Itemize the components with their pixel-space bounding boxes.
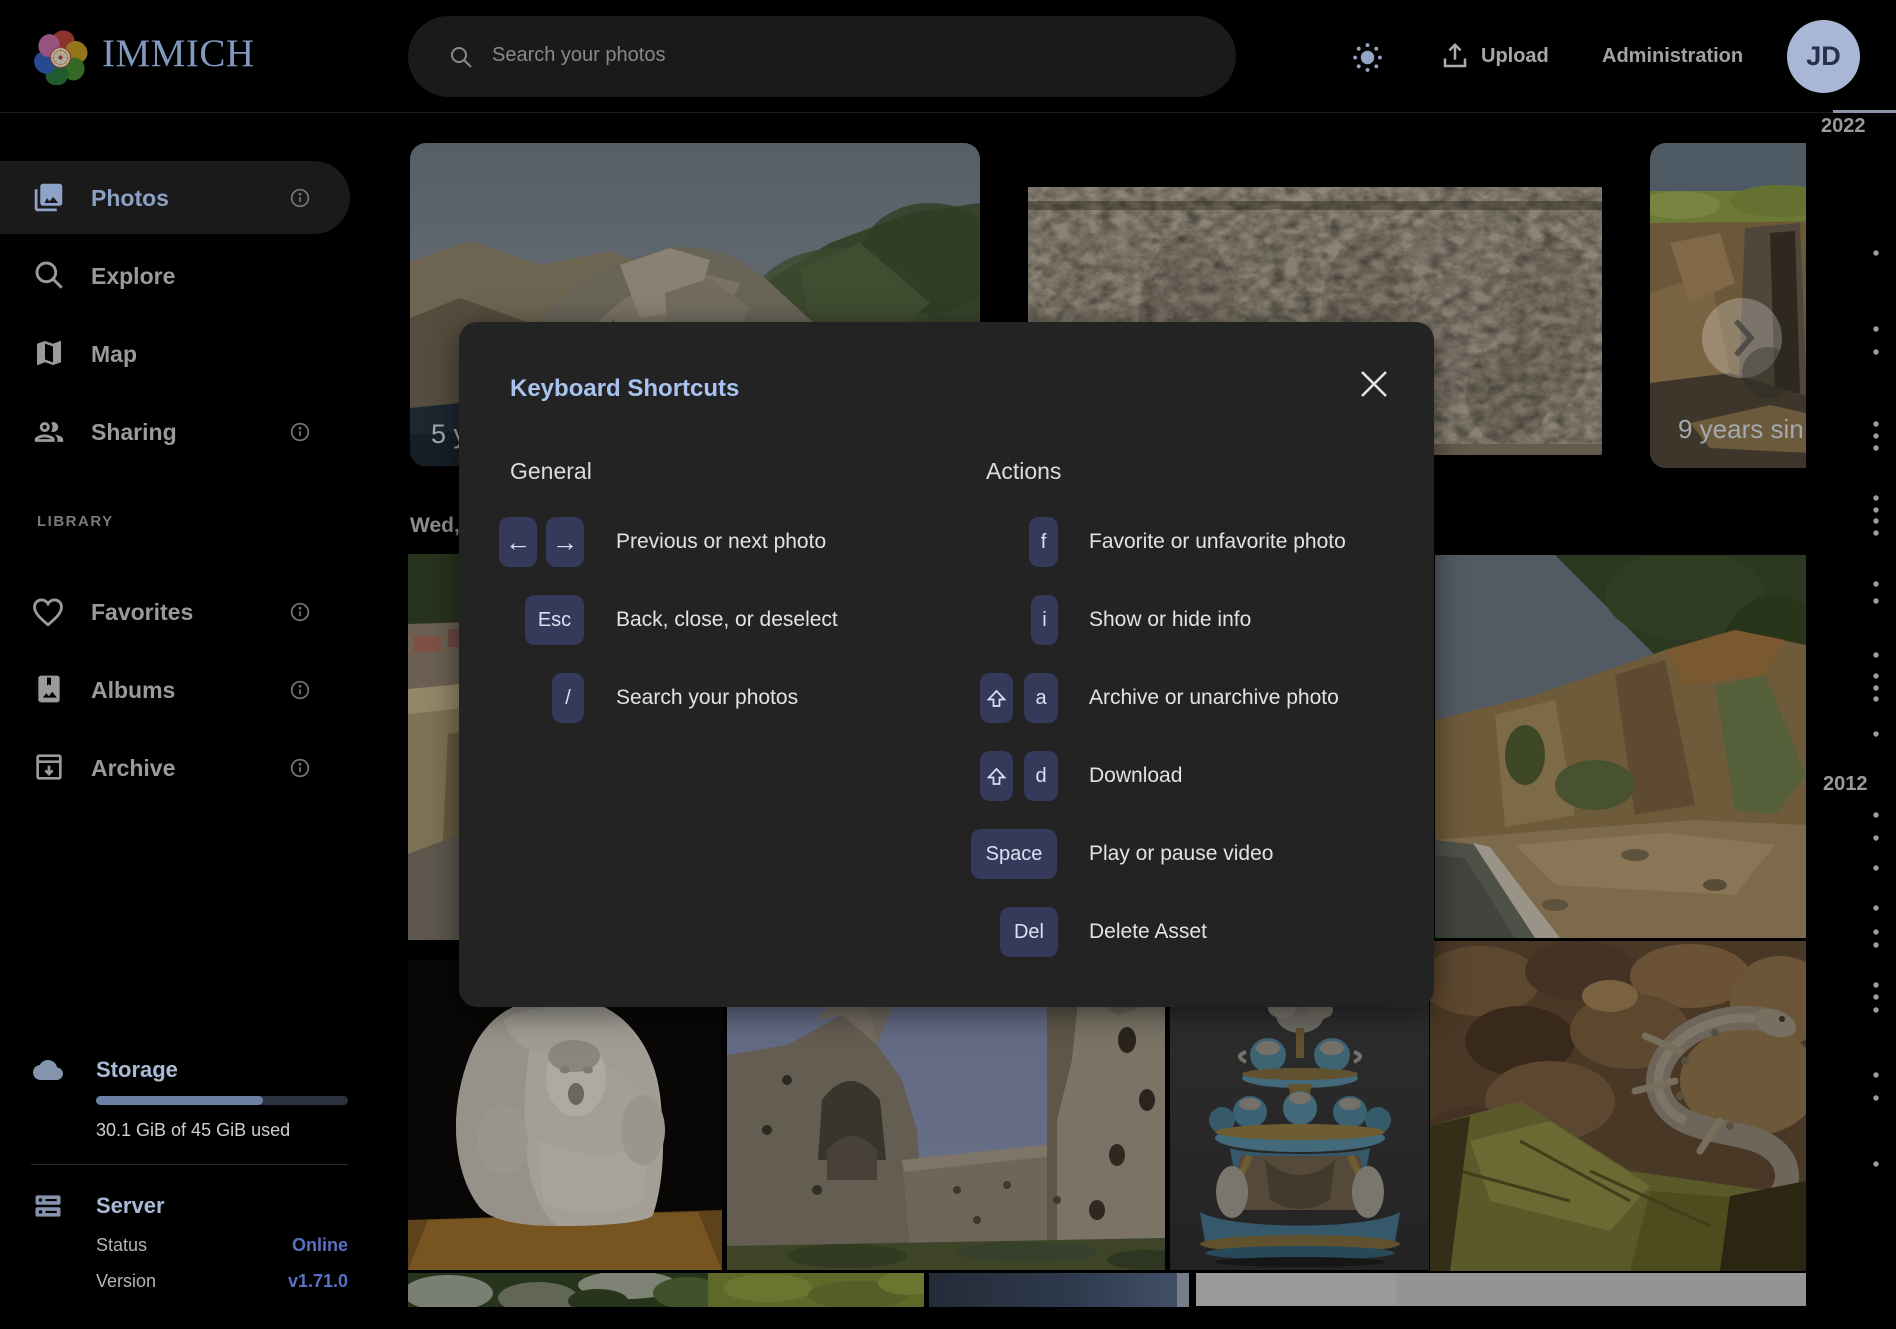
svg-text:9 years sin: 9 years sin xyxy=(1678,414,1804,444)
